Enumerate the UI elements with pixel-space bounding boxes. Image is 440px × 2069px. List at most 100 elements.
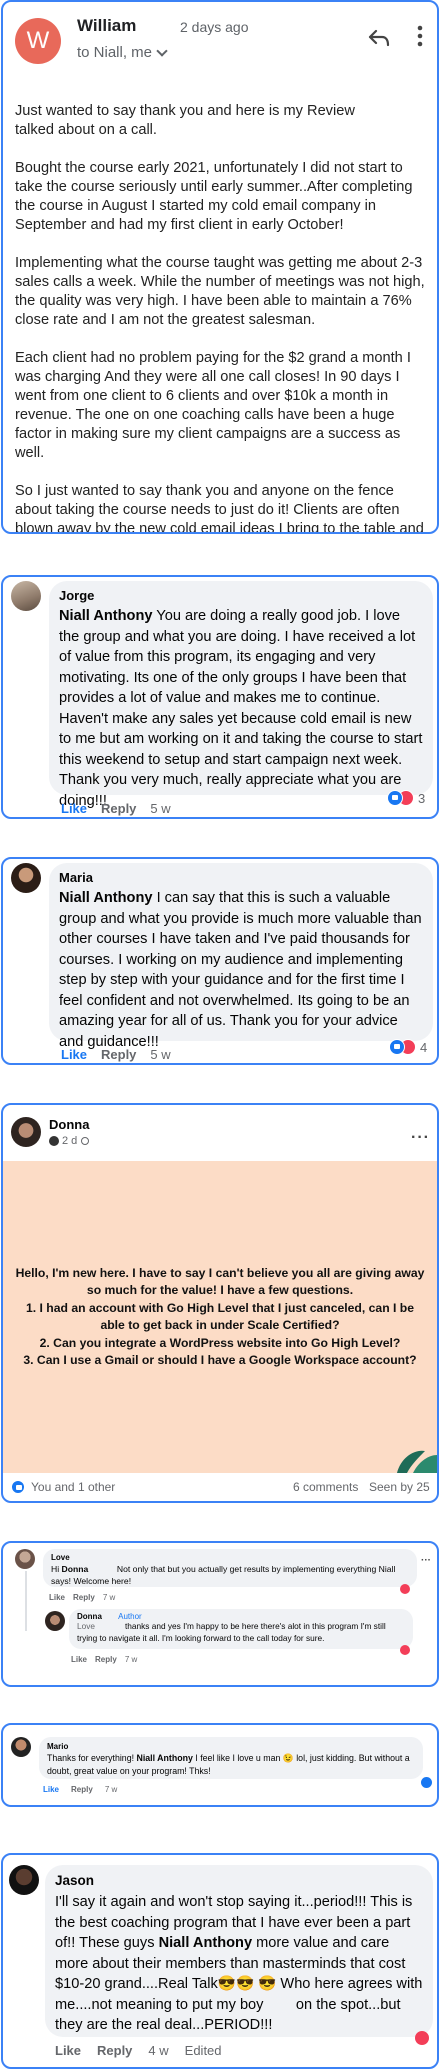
comment-time: 5 w xyxy=(150,1047,171,1062)
email-recipients[interactable]: to Niall, me xyxy=(77,44,168,61)
comment-actions: Like Reply 7 w xyxy=(49,1593,115,1602)
post-time: 2 d xyxy=(62,1135,78,1147)
comment-time: 7 w xyxy=(104,1785,118,1794)
comment-actions: Like Reply 4 w Edited xyxy=(55,2043,222,2058)
comment-body: Not only that but you actually get resul… xyxy=(51,1564,398,1586)
reply-button[interactable]: Reply xyxy=(95,1655,117,1664)
heart-reaction-icon[interactable] xyxy=(400,1645,410,1655)
comment-body: I can say that this is such a valuable g… xyxy=(59,890,422,1050)
like-button[interactable]: Like xyxy=(55,2043,81,2058)
comment-card-jason: Jason I'll say it again and won't stop s… xyxy=(1,1853,439,2069)
reaction-count[interactable]: 3 xyxy=(387,790,425,806)
avatar xyxy=(11,1737,31,1757)
reply-button[interactable]: Reply xyxy=(101,1047,136,1062)
avatar xyxy=(45,1611,65,1631)
commenter-name[interactable]: Donna xyxy=(77,1612,102,1621)
reply-actions: Like Reply 7 w xyxy=(71,1655,137,1664)
heart-reaction-icon[interactable] xyxy=(400,1584,410,1594)
comment-card-jorge: Jorge Niall Anthony You are doing a real… xyxy=(1,575,439,819)
comment-bubble: Jorge Niall Anthony You are doing a real… xyxy=(49,581,433,809)
comment-bubble: Love Hi Donna Not only that but you actu… xyxy=(43,1549,417,1587)
heart-reaction-icon[interactable] xyxy=(415,2031,429,2045)
email-time: 2 days ago xyxy=(180,19,249,35)
comment-text: Hi Donna Not only that but you actually … xyxy=(51,1563,409,1587)
thread-line xyxy=(25,1571,27,1631)
post-card-donna: Donna 2 d ··· Hello, I'm new here. I hav… xyxy=(1,1103,439,1503)
commenter-name[interactable]: Jorge xyxy=(59,588,423,603)
comment-actions: Like Reply 7 w xyxy=(43,1785,117,1794)
reply-text: Love thanks and yes I'm happy to be here… xyxy=(77,1621,405,1644)
commenter-name[interactable]: Maria xyxy=(59,870,423,885)
chevron-down-icon xyxy=(156,44,168,57)
comment-time: 5 w xyxy=(150,801,171,816)
reaction-number: 4 xyxy=(420,1039,428,1055)
reply-header: Donna Author xyxy=(77,1612,405,1621)
like-reaction-icon[interactable] xyxy=(421,1777,432,1788)
like-button[interactable]: Like xyxy=(49,1593,65,1602)
comment-actions: Like Reply 5 w xyxy=(61,1047,171,1062)
mention[interactable]: Niall Anthony xyxy=(136,1753,192,1763)
comment-actions: Like Reply 5 w xyxy=(61,801,171,816)
badge-icon xyxy=(49,1136,59,1146)
avatar xyxy=(15,1549,35,1569)
email-card: W William 2 days ago to Niall, me Just w… xyxy=(1,0,439,534)
post-reactions[interactable]: You and 1 other xyxy=(11,1480,115,1494)
reply-button[interactable]: Reply xyxy=(97,2043,132,2058)
comment-card-maria: Maria Niall Anthony I can say that this … xyxy=(1,857,439,1065)
commenter-name[interactable]: Jason xyxy=(55,1873,423,1888)
comment-card-mario: Mario Thanks for everything! Niall Antho… xyxy=(1,1723,439,1807)
comment-time: 7 w xyxy=(102,1593,116,1602)
post-background: Hello, I'm new here. I have to say I can… xyxy=(3,1161,437,1473)
comment-bubble: Mario Thanks for everything! Niall Antho… xyxy=(39,1737,423,1779)
commenter-name[interactable]: Mario xyxy=(47,1742,415,1751)
comment-text: Niall Anthony You are doing a really goo… xyxy=(59,606,423,811)
like-button[interactable]: Like xyxy=(43,1785,59,1794)
email-paragraph: Implementing what the course taught was … xyxy=(15,255,425,328)
comment-options-icon[interactable]: ··· xyxy=(421,1555,431,1566)
like-reaction-icon xyxy=(389,1039,405,1055)
comment-bubble: Jason I'll say it again and won't stop s… xyxy=(45,1865,433,2037)
mention[interactable]: Niall Anthony xyxy=(59,890,153,906)
comment-text: I'll say it again and won't stop saying … xyxy=(55,1892,423,2036)
comment-pre: Hi xyxy=(51,1564,62,1574)
reaction-number: 3 xyxy=(418,790,426,806)
seen-count[interactable]: Seen by 25 xyxy=(369,1480,430,1494)
reactors-text: You and 1 other xyxy=(31,1480,116,1494)
mention[interactable]: Niall Anthony xyxy=(59,608,153,624)
recipients-text: to Niall, me xyxy=(77,44,153,61)
reaction-count[interactable]: 4 xyxy=(389,1039,427,1055)
comment-pre: Thanks for everything! xyxy=(47,1753,137,1763)
avatar xyxy=(11,863,41,893)
like-button[interactable]: Like xyxy=(61,1047,87,1062)
comment-thread-love: Love Hi Donna Not only that but you actu… xyxy=(1,1541,439,1687)
like-button[interactable]: Like xyxy=(71,1655,87,1664)
avatar xyxy=(11,581,41,611)
email-body: Just wanted to say thank you and here is… xyxy=(15,102,427,534)
author-name[interactable]: Donna xyxy=(49,1117,89,1132)
reply-button[interactable]: Reply xyxy=(101,801,136,816)
email-paragraph: So I just wanted to say thank you and an… xyxy=(15,483,424,534)
like-reaction-icon xyxy=(387,790,403,806)
mention[interactable]: Love xyxy=(77,1621,95,1631)
commenter-name[interactable]: Love xyxy=(51,1553,409,1562)
reply-icon[interactable] xyxy=(367,28,391,48)
reply-button[interactable]: Reply xyxy=(71,1785,93,1794)
edited-label: Edited xyxy=(184,2043,222,2058)
comment-text: Thanks for everything! Niall Anthony I f… xyxy=(47,1752,415,1777)
comment-bubble: Maria Niall Anthony I can say that this … xyxy=(49,863,433,1050)
email-paragraph: Each client had no problem paying for th… xyxy=(15,350,411,461)
leaf-decoration-icon xyxy=(397,1450,437,1473)
reply-bubble: Donna Author Love thanks and yes I'm hap… xyxy=(69,1609,413,1649)
comment-time: 7 w xyxy=(124,1655,138,1664)
avatar xyxy=(9,1865,39,1895)
author-badge: Author xyxy=(118,1612,142,1621)
more-icon[interactable] xyxy=(417,24,423,48)
reply-button[interactable]: Reply xyxy=(73,1593,95,1602)
email-paragraph: Bought the course early 2021, unfortunat… xyxy=(15,160,413,233)
sender-avatar: W xyxy=(15,18,61,64)
like-button[interactable]: Like xyxy=(61,801,87,816)
comments-count[interactable]: 6 comments xyxy=(293,1480,358,1494)
post-options-icon[interactable]: ··· xyxy=(411,1129,430,1147)
mention[interactable]: Donna xyxy=(62,1564,89,1574)
mention[interactable]: Niall Anthony xyxy=(159,1935,253,1951)
